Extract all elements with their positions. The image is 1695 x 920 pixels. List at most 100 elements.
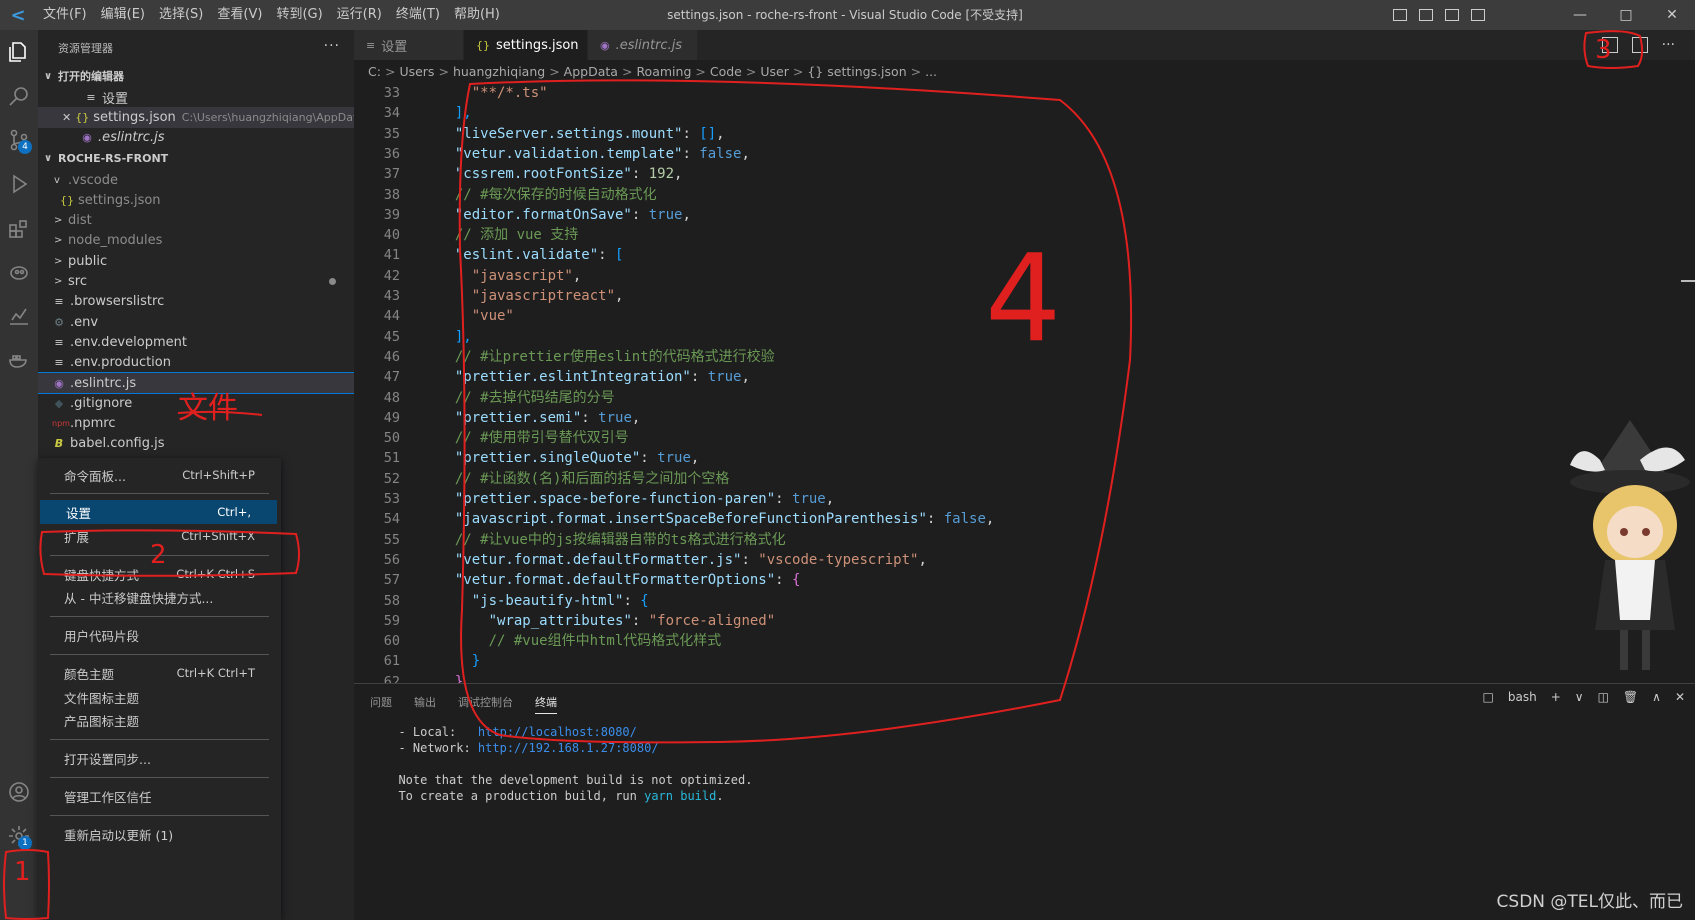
tree-folder[interactable]: > public	[38, 251, 354, 271]
local-url-link[interactable]: http://localhost:8080/	[478, 725, 637, 739]
breadcrumb-item[interactable]: Users	[399, 64, 434, 79]
toggle-sidebar-icon[interactable]	[1393, 9, 1407, 21]
line-number: 55	[383, 531, 400, 548]
tab-settings-json[interactable]: {} settings.json ✕	[464, 30, 597, 60]
split-editor-icon[interactable]	[1631, 37, 1648, 53]
tab-eslintrc[interactable]: ◉ .eslintrc.js	[588, 30, 698, 60]
run-debug-icon[interactable]	[0, 164, 38, 204]
menu-item-command-palette[interactable]: 命令面板... Ctrl+Shift+P	[38, 463, 281, 487]
tree-file[interactable]: ⚙ .env	[38, 312, 354, 332]
tree-file[interactable]: ≡ .env.development	[38, 332, 354, 352]
toggle-panel-icon[interactable]	[1419, 9, 1433, 21]
code-token: :	[682, 145, 700, 162]
source-control-icon[interactable]: 4	[0, 120, 38, 160]
menu-item-color-theme[interactable]: 颜色主题 Ctrl+K Ctrl+T	[38, 661, 281, 685]
menu-item-product-icon-theme[interactable]: 产品图标主题	[38, 708, 281, 732]
menu-selection[interactable]: 选择(S)	[152, 0, 210, 30]
split-terminal-icon[interactable]: ◫	[1598, 690, 1609, 704]
open-editors-header[interactable]: ∨ 打开的编辑器	[38, 65, 354, 87]
tree-file[interactable]: ◆ .gitignore	[38, 393, 354, 413]
more-actions-icon[interactable]: ···	[324, 38, 340, 54]
more-actions-icon[interactable]: ···	[1662, 37, 1675, 53]
docker-icon[interactable]	[0, 340, 38, 380]
code-editor[interactable]: 33 "**/*.ts" 34 ], 35 "liveServer.settings…	[354, 83, 1695, 683]
tree-file[interactable]: ≡ .env.production	[38, 353, 354, 373]
breadcrumb-item[interactable]: C:	[368, 64, 381, 79]
menu-go[interactable]: 转到(G)	[269, 0, 329, 30]
tree-file[interactable]: ≡ .browserslistrc	[38, 292, 354, 312]
explorer-icon[interactable]	[0, 32, 38, 72]
menu-file[interactable]: 文件(F)	[36, 0, 94, 30]
maximize-button[interactable]: □	[1603, 0, 1649, 30]
menu-view[interactable]: 查看(V)	[210, 0, 269, 30]
open-settings-ui-icon[interactable]	[1601, 37, 1618, 53]
menu-item-keyboard-shortcuts[interactable]: 键盘快捷方式 Ctrl+K Ctrl+S	[38, 562, 281, 586]
tree-file[interactable]: Bbabel.config.js	[38, 434, 354, 454]
customize-layout-icon[interactable]	[1471, 9, 1485, 21]
code-token: true	[792, 491, 826, 507]
code-token: ,	[741, 369, 750, 386]
search-icon[interactable]	[0, 76, 38, 116]
chevron-down-icon[interactable]: ∨	[1575, 690, 1584, 704]
tab-settings-ui[interactable]: ≡ 设置	[354, 30, 464, 60]
open-editor-item[interactable]: ≡ 设置	[38, 87, 354, 107]
menu-item-extensions[interactable]: 扩展 Ctrl+Shift+X	[38, 524, 281, 548]
close-panel-icon[interactable]: ✕	[1675, 690, 1685, 704]
terminal-shell-name[interactable]: bash	[1508, 690, 1537, 704]
tree-folder[interactable]: > node_modules	[38, 231, 354, 251]
tab-problems[interactable]: 问题	[370, 694, 392, 714]
breadcrumb-item[interactable]: {} settings.json	[807, 64, 906, 79]
menu-run[interactable]: 运行(R)	[330, 0, 389, 30]
remote-explorer-icon[interactable]	[0, 252, 38, 292]
tree-folder[interactable]: > dist	[38, 210, 354, 230]
line-number: 40	[383, 227, 400, 244]
tab-debug-console[interactable]: 调试控制台	[458, 694, 513, 714]
code-token: true	[657, 450, 691, 467]
breadcrumb-item[interactable]: Code	[710, 64, 742, 79]
close-icon[interactable]: ✕	[62, 111, 71, 124]
breadcrumb-item[interactable]: AppData	[564, 64, 618, 79]
code-token: ,	[825, 491, 835, 507]
project-header[interactable]: ∨ ROCHE-RS-FRONT	[38, 148, 354, 170]
menu-item-settings[interactable]: 设置 Ctrl+,	[40, 500, 277, 524]
tree-file-selected[interactable]: ◉ .eslintrc.js	[38, 371, 354, 395]
accounts-icon[interactable]	[0, 772, 38, 812]
menu-terminal[interactable]: 终端(T)	[389, 0, 447, 30]
tree-file[interactable]: npm .npmrc	[38, 413, 354, 433]
open-editor-item[interactable]: ◉ .eslintrc.js	[38, 128, 354, 148]
menu-item-user-snippets[interactable]: 用户代码片段	[38, 623, 281, 647]
open-editor-item[interactable]: ✕ {} settings.json C:\Users\huangzhiqian…	[38, 107, 354, 128]
tab-output[interactable]: 输出	[414, 694, 436, 714]
trash-icon[interactable]: 🗑	[1623, 690, 1638, 704]
network-url-link[interactable]: http://192.168.1.27:8080/	[478, 741, 659, 755]
menu-item-migrate-keybindings[interactable]: 从 - 中迁移键盘快捷方式...	[38, 585, 281, 609]
menu-help[interactable]: 帮助(H)	[447, 0, 507, 30]
minimize-button[interactable]: —	[1557, 0, 1603, 30]
menu-edit[interactable]: 编辑(E)	[94, 0, 152, 30]
menu-item-settings-sync[interactable]: 打开设置同步...	[38, 746, 281, 770]
breadcrumb-item[interactable]: User	[760, 64, 789, 79]
menu-item-restart-update[interactable]: 重新启动以更新 (1)	[38, 822, 281, 846]
timeline-chart-icon[interactable]	[0, 296, 38, 336]
terminal-output[interactable]: - Local: http://localhost:8080/ - Networ…	[384, 724, 752, 804]
chevron-right-icon: >	[54, 276, 63, 288]
maximize-panel-icon[interactable]: ∧	[1652, 690, 1661, 704]
breadcrumb-item[interactable]: huangzhiqiang	[453, 64, 545, 79]
tree-folder[interactable]: > src	[38, 271, 354, 291]
new-terminal-icon[interactable]: +	[1551, 690, 1561, 704]
manage-gear-icon[interactable]: 1	[0, 816, 38, 856]
tree-folder[interactable]: v .vscode	[38, 170, 354, 190]
close-window-button[interactable]: ✕	[1649, 0, 1695, 30]
menu-item-file-icon-theme[interactable]: 文件图标主题	[38, 685, 281, 709]
code-token: []	[699, 125, 717, 142]
breadcrumb-item[interactable]: Roaming	[636, 64, 691, 79]
code-text: "javascript",	[438, 266, 582, 286]
breadcrumb-item[interactable]: ...	[925, 64, 937, 79]
tab-terminal[interactable]: 终端	[535, 694, 557, 714]
toggle-secondary-sidebar-icon[interactable]	[1445, 9, 1459, 21]
menu-item-workspace-trust[interactable]: 管理工作区信任	[38, 784, 281, 808]
tree-file[interactable]: {} settings.json	[38, 190, 354, 210]
extensions-icon[interactable]	[0, 208, 38, 248]
